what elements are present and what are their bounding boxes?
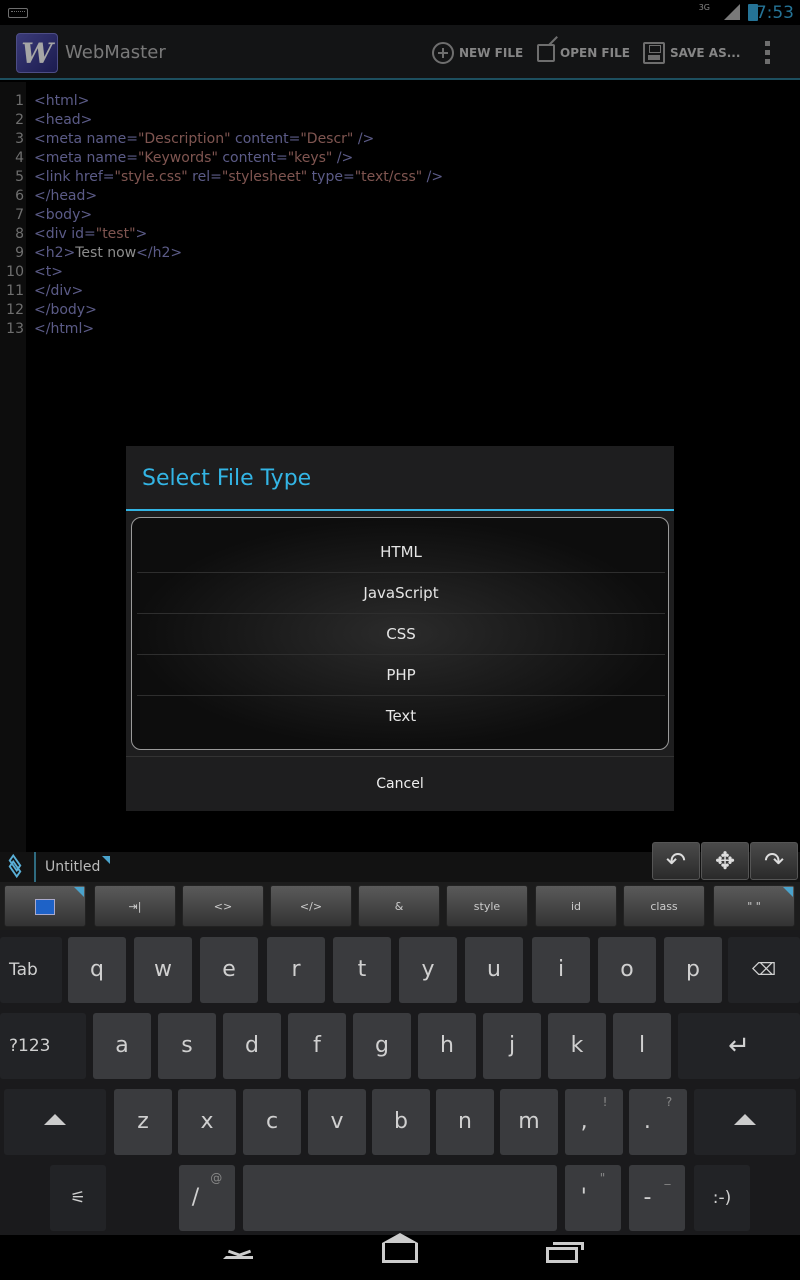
move-cursor-icon[interactable]: ✥ [701,842,749,880]
key-space[interactable] [243,1165,557,1231]
shift-icon [734,1114,756,1125]
key-e[interactable]: e [200,937,258,1003]
key-f[interactable]: f [288,1013,346,1079]
cancel-button[interactable]: Cancel [126,757,674,811]
key-enter[interactable]: ↵ [678,1013,800,1079]
option-text[interactable]: Text [137,696,665,737]
key-comma-label: , [580,1109,588,1134]
system-nav-bar [0,1233,800,1280]
key-i[interactable]: i [532,937,590,1003]
key-backspace[interactable]: ⌫ [728,937,800,1003]
key-period-label: . [643,1109,651,1134]
key-p[interactable]: p [664,937,722,1003]
snippet-close-tag[interactable]: </> [270,885,352,927]
key-y[interactable]: y [399,937,457,1003]
key-slash[interactable]: / @ [179,1165,235,1231]
settings-sliders-icon: ⚟ [70,1188,86,1208]
snippet-image-button[interactable] [4,885,86,927]
key-t[interactable]: t [333,937,391,1003]
key-z[interactable]: z [114,1089,172,1155]
key-apostrophe[interactable]: ' " [565,1165,621,1231]
key-b[interactable]: b [372,1089,430,1155]
key-v[interactable]: v [308,1089,366,1155]
soft-keyboard: Tab q w e r t y u i o p ⌫ ?123 a s d f g… [0,930,800,1235]
key-apostrophe-hint: " [599,1171,606,1185]
key-settings[interactable]: ⚟ [50,1165,106,1231]
key-slash-label: / [191,1185,200,1210]
home-icon[interactable] [382,1233,418,1263]
snippet-ampersand[interactable]: & [358,885,440,927]
key-period-hint: ? [665,1095,673,1109]
undo-icon[interactable]: ↶ [652,842,700,880]
key-q[interactable]: q [68,937,126,1003]
image-icon [35,899,55,915]
key-m[interactable]: m [500,1089,558,1155]
snippet-id[interactable]: id [535,885,617,927]
key-d[interactable]: d [223,1013,281,1079]
key-tab[interactable]: Tab [0,937,62,1003]
layers-icon[interactable] [6,853,26,879]
backspace-icon: ⌫ [751,960,777,980]
snippet-open-tag[interactable]: <> [182,885,264,927]
shift-icon [44,1114,66,1125]
key-x[interactable]: x [178,1089,236,1155]
key-g[interactable]: g [353,1013,411,1079]
key-comma[interactable]: , ! [565,1089,623,1155]
key-n[interactable]: n [436,1089,494,1155]
option-html[interactable]: HTML [137,532,665,573]
key-dash[interactable]: - _ [629,1165,685,1231]
key-comma-hint: ! [602,1095,608,1109]
key-k[interactable]: k [548,1013,606,1079]
snippet-style[interactable]: style [446,885,528,927]
key-l[interactable]: l [613,1013,671,1079]
key-a[interactable]: a [93,1013,151,1079]
redo-icon[interactable]: ↷ [750,842,798,880]
key-dash-label: - [643,1185,652,1210]
key-s[interactable]: s [158,1013,216,1079]
option-php[interactable]: PHP [137,655,665,696]
key-shift-right[interactable] [694,1089,796,1155]
key-o[interactable]: o [598,937,656,1003]
key-h[interactable]: h [418,1013,476,1079]
key-c[interactable]: c [243,1089,301,1155]
key-period[interactable]: . ? [629,1089,687,1155]
key-symbols[interactable]: ?123 [0,1013,86,1079]
back-chevron-icon[interactable] [223,1247,253,1259]
file-tab-untitled[interactable]: Untitled [34,852,110,882]
key-w[interactable]: w [134,937,192,1003]
key-r[interactable]: r [267,937,325,1003]
recent-apps-icon[interactable] [546,1242,584,1263]
key-j[interactable]: j [483,1013,541,1079]
option-css[interactable]: CSS [137,614,665,655]
option-javascript[interactable]: JavaScript [137,573,665,614]
snippet-bar: ⇥| <> </> & style id class " " [0,882,800,930]
select-file-type-dialog: Select File Type HTML JavaScript CSS PHP… [126,446,674,811]
key-u[interactable]: u [465,937,523,1003]
file-type-list: HTML JavaScript CSS PHP Text [131,517,669,750]
snippet-class[interactable]: class [623,885,705,927]
dialog-title-divider [126,509,674,511]
snippet-tab[interactable]: ⇥| [94,885,176,927]
key-dash-hint: _ [664,1171,671,1185]
key-smiley[interactable]: :-) [694,1165,750,1231]
key-shift-left[interactable] [4,1089,106,1155]
key-slash-hint: @ [210,1171,223,1185]
dialog-title: Select File Type [142,466,312,491]
snippet-quotes[interactable]: " " [713,885,795,927]
enter-icon: ↵ [728,1031,750,1061]
key-apostrophe-label: ' [580,1185,587,1210]
